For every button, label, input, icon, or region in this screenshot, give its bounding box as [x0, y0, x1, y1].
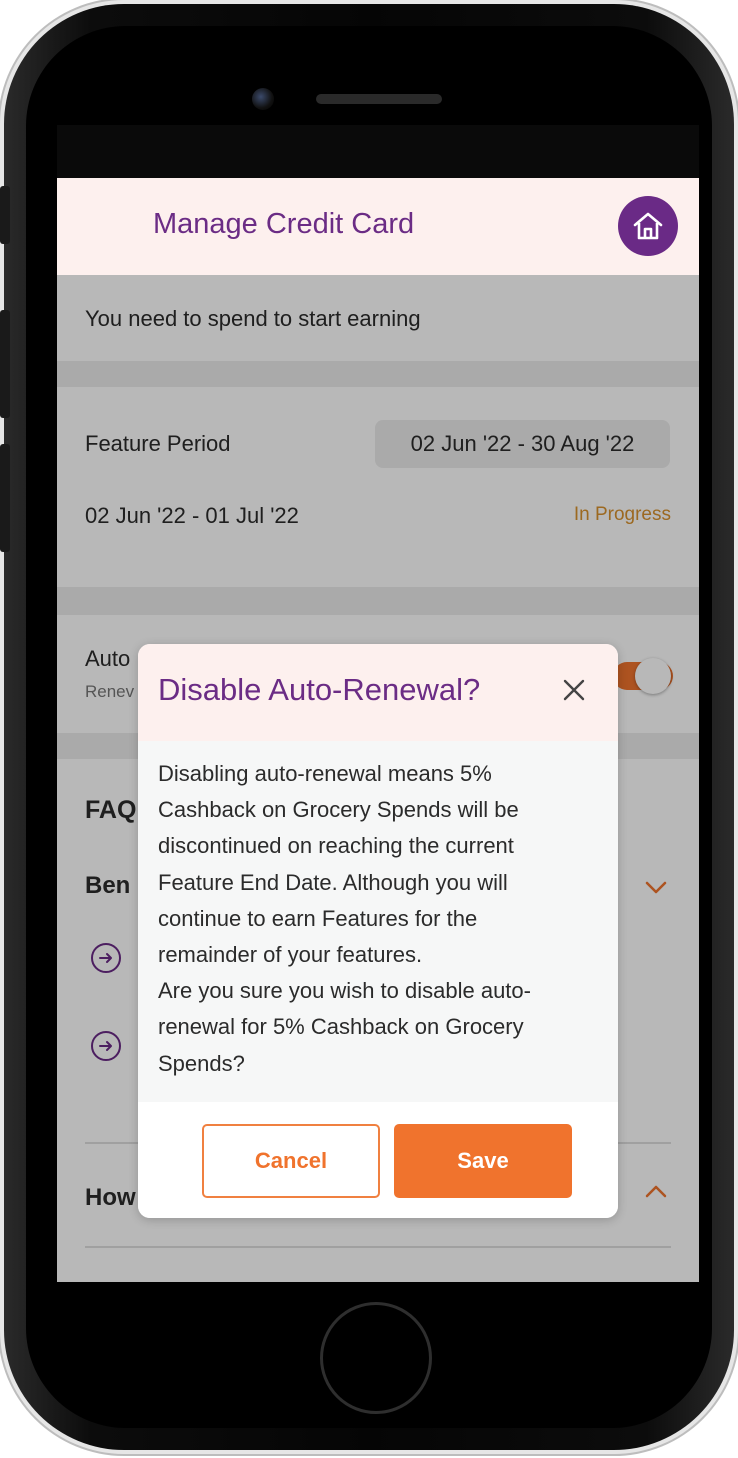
dialog-footer: Cancel Save: [138, 1102, 618, 1218]
phone-home-button[interactable]: [320, 1302, 432, 1414]
home-icon: [633, 212, 663, 240]
dialog-message-line: Are you sure you wish to disable auto-: [158, 978, 531, 1004]
disable-auto-renewal-dialog: Disable Auto-Renewal? Disabling auto-ren…: [138, 644, 618, 1218]
dialog-message-line: Feature End Date. Although you will: [158, 869, 508, 895]
dialog-message-line: Cashback on Grocery Spends will be: [158, 797, 519, 823]
earpiece-speaker: [316, 94, 442, 104]
cancel-button[interactable]: Cancel: [202, 1124, 380, 1198]
home-button[interactable]: [618, 196, 678, 256]
volume-down-button: [0, 444, 10, 552]
close-icon[interactable]: [562, 678, 586, 702]
dialog-message-line: renewal for 5% Cashback on Grocery: [158, 1014, 524, 1040]
dialog-header: Disable Auto-Renewal?: [138, 644, 618, 741]
dialog-message-line: remainder of your features.: [158, 942, 423, 968]
app-screen: Manage Credit Card You need to spend to …: [57, 178, 699, 1282]
front-camera: [252, 88, 274, 110]
status-bar-area: [57, 125, 699, 178]
save-button[interactable]: Save: [394, 1124, 572, 1198]
dialog-message-line: Spends?: [158, 1050, 245, 1076]
mute-switch: [0, 186, 10, 244]
volume-up-button: [0, 310, 10, 418]
dialog-message: Disabling auto-renewal means 5% Cashback…: [158, 756, 598, 1082]
dialog-message-line: discontinued on reaching the current: [158, 833, 514, 859]
page-title: Manage Credit Card: [153, 208, 415, 240]
dialog-message-line: Disabling auto-renewal means 5%: [158, 761, 492, 786]
dialog-message-line: continue to earn Features for the: [158, 905, 478, 931]
dialog-title: Disable Auto-Renewal?: [158, 672, 481, 707]
app-header: Manage Credit Card: [57, 178, 699, 275]
